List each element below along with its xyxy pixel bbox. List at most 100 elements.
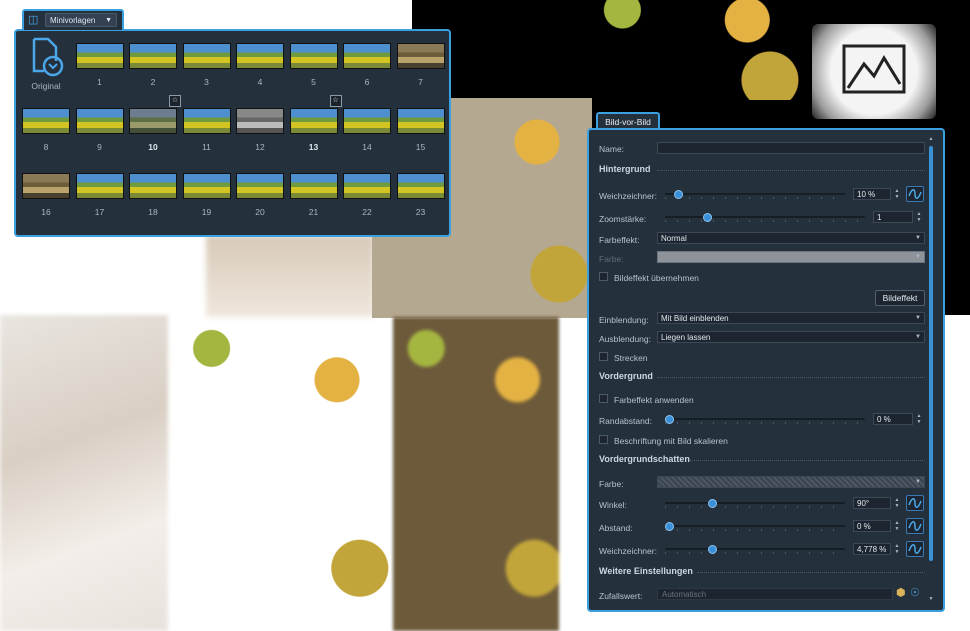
name-field[interactable] (657, 142, 925, 154)
template-thumbnail (343, 43, 391, 69)
template-15[interactable]: 15 (395, 108, 447, 152)
angle-stepper[interactable]: ▲ ▼ (893, 497, 901, 509)
blurred-photo-strip (206, 235, 374, 317)
zoom-slider[interactable] (665, 210, 865, 224)
template-16[interactable]: 16 (20, 173, 72, 217)
slider-handle[interactable] (708, 499, 717, 508)
fade-in-value: Mit Bild einblenden (661, 314, 729, 323)
template-thumbnail (396, 43, 445, 69)
template-thumbnail (129, 173, 177, 199)
template-20[interactable]: 20 (234, 173, 286, 217)
slider-handle[interactable] (665, 415, 674, 424)
template-6[interactable]: 6 (341, 43, 393, 87)
stretch-checkbox[interactable] (599, 352, 608, 361)
slider-handle[interactable] (665, 522, 674, 531)
bg-blur-slider[interactable] (665, 187, 845, 201)
slider-handle[interactable] (674, 190, 683, 199)
template-10[interactable]: ☆ 10 (127, 95, 181, 152)
scroll-up-icon[interactable]: ▲ (928, 136, 934, 142)
shadow-blur-value[interactable]: 4,778 % (853, 543, 891, 555)
globe-icon[interactable]: ☉ (910, 586, 920, 599)
template-12[interactable]: 12 (234, 108, 286, 152)
scroll-down-icon[interactable]: ▼ (928, 596, 934, 602)
original-reset-icon (32, 37, 64, 77)
template-18[interactable]: 18 (127, 173, 179, 217)
template-2[interactable]: 2 (127, 43, 179, 87)
template-3[interactable]: 3 (181, 43, 233, 87)
template-7[interactable]: 7 (395, 43, 447, 87)
template-thumbnail (236, 173, 284, 199)
template-8[interactable]: 8 (20, 108, 72, 152)
color-effect-dropdown[interactable]: Normal ▼ (657, 232, 925, 244)
template-label: 1 (97, 77, 102, 87)
border-stepper[interactable]: ▲ ▼ (915, 413, 923, 425)
zoom-value[interactable]: 1 (873, 211, 913, 223)
angle-slider[interactable] (665, 496, 845, 510)
template-13[interactable]: ☆ 13 (288, 95, 342, 152)
slider-handle[interactable] (708, 545, 717, 554)
pip-settings-panel: Name: Hintergrund Weichzeichner: 10 % ▲ ▼… (587, 128, 945, 612)
panel-scrollbar[interactable]: ▲ ▼ (928, 136, 934, 604)
template-4[interactable]: 4 (234, 43, 286, 87)
template-label: 3 (204, 77, 209, 87)
distance-value[interactable]: 0 % (853, 520, 891, 532)
bg-blur-label: Weichzeichner: (599, 191, 657, 201)
random-field[interactable]: Automatisch (657, 588, 893, 600)
template-11[interactable]: 11 (181, 108, 233, 152)
fade-out-value: Liegen lassen (661, 333, 711, 342)
image-effect-button[interactable]: Bildeffekt (875, 290, 925, 306)
slider-handle[interactable] (703, 213, 712, 222)
distance-slider[interactable] (665, 519, 845, 533)
template-17[interactable]: 17 (74, 173, 126, 217)
color-effect-value: Normal (661, 234, 687, 243)
cube-icon[interactable]: ⬢ (896, 586, 906, 599)
template-original[interactable]: Original (20, 37, 72, 91)
angle-value[interactable]: 90° (853, 497, 891, 509)
section-vordergrundschatten: Vordergrundschatten (599, 454, 690, 464)
border-value[interactable]: 0 % (873, 413, 913, 425)
shadow-blur-stepper[interactable]: ▲ ▼ (893, 543, 901, 555)
angle-keyframe-button[interactable] (906, 495, 924, 511)
bg-blur-value[interactable]: 10 % (853, 188, 891, 200)
random-label: Zufallswert: (599, 591, 643, 601)
template-9[interactable]: 9 (74, 108, 126, 152)
shadow-color-picker[interactable]: ▼ (657, 476, 925, 488)
star-icon[interactable]: ☆ (169, 95, 181, 107)
template-label: 9 (97, 142, 102, 152)
bg-blur-stepper[interactable]: ▲ ▼ (893, 188, 901, 200)
fade-out-dropdown[interactable]: Liegen lassen ▼ (657, 331, 925, 343)
template-label: 20 (255, 207, 265, 217)
template-1[interactable]: 1 (74, 43, 126, 87)
template-14[interactable]: 14 (341, 108, 393, 152)
template-21[interactable]: 21 (288, 173, 340, 217)
template-label: 22 (362, 207, 372, 217)
template-5[interactable]: 5 (288, 43, 340, 87)
template-category-dropdown[interactable]: Minivorlagen ▼ (45, 13, 117, 27)
shadow-blur-slider[interactable] (665, 542, 845, 556)
adopt-effect-checkbox[interactable] (599, 272, 608, 281)
photo-preview-main (166, 317, 394, 631)
scrollbar-thumb[interactable] (929, 146, 933, 561)
template-19[interactable]: 19 (181, 173, 233, 217)
blurred-photo-right (393, 317, 559, 631)
distance-stepper[interactable]: ▲ ▼ (893, 520, 901, 532)
bg-blur-keyframe-button[interactable] (906, 186, 924, 202)
template-22[interactable]: 22 (341, 173, 393, 217)
shadow-blur-keyframe-button[interactable] (906, 541, 924, 557)
distance-keyframe-button[interactable] (906, 518, 924, 534)
template-label: 12 (255, 142, 265, 152)
scale-caption-checkbox[interactable] (599, 435, 608, 444)
template-label: 10 (148, 142, 158, 152)
zoom-stepper[interactable]: ▲ ▼ (915, 211, 923, 223)
bg-color-label: Farbe: (599, 254, 624, 264)
scale-caption-label: Beschriftung mit Bild skalieren (614, 436, 728, 446)
apply-color-effect-checkbox[interactable] (599, 394, 608, 403)
chevron-down-icon: ▼ (915, 479, 921, 485)
template-23[interactable]: 23 (395, 173, 447, 217)
star-icon[interactable]: ☆ (329, 95, 342, 107)
template-thumbnail (182, 108, 231, 134)
border-slider[interactable] (665, 412, 865, 426)
distance-label: Abstand: (599, 523, 633, 533)
fade-in-dropdown[interactable]: Mit Bild einblenden ▼ (657, 312, 925, 324)
template-thumbnail (236, 108, 284, 134)
